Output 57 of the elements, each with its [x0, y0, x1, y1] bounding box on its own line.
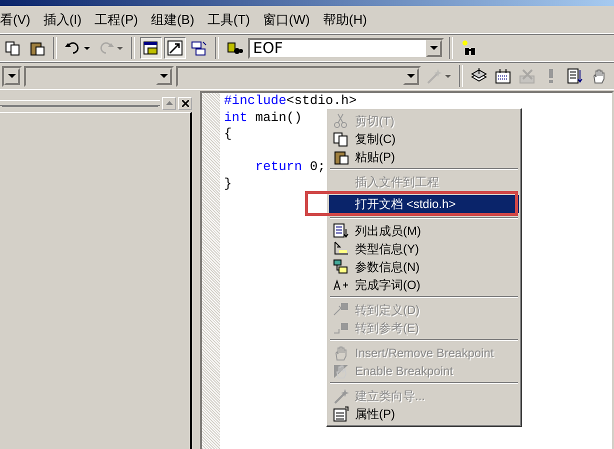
menu-item[interactable]: 打开文档 <stdio.h> — [329, 195, 519, 213]
combo-box[interactable] — [2, 66, 22, 86]
go-icon — [567, 68, 583, 84]
menu-item[interactable]: 组建(B) — [144, 10, 202, 28]
menu-item[interactable]: 窗口(W) — [256, 10, 317, 28]
cursor-icon — [333, 241, 349, 257]
clipboard-icon — [333, 149, 349, 165]
cross-icon — [519, 68, 535, 84]
code-line: { — [224, 126, 232, 141]
menu-item[interactable]: 类型信息(Y) — [329, 240, 519, 258]
code-line: } — [224, 176, 232, 190]
redo-icon — [98, 40, 114, 56]
hand-icon — [591, 68, 607, 84]
list-icon — [333, 223, 349, 239]
code-line: return 0; — [255, 159, 326, 174]
menu-item[interactable]: 完成字词(O) — [329, 276, 519, 294]
window-icon — [143, 40, 159, 56]
triangle-icon — [166, 101, 172, 105]
magic-wand-icon — [426, 68, 442, 84]
menu-item[interactable]: 工具(T) — [201, 10, 257, 28]
combo-box[interactable]: EOF — [248, 38, 444, 58]
gripper[interactable] — [0, 100, 160, 106]
close-button[interactable] — [178, 96, 192, 110]
menu-item[interactable]: 参数信息(N) — [329, 258, 519, 276]
undo-icon — [65, 40, 81, 56]
scissors-icon — [333, 113, 349, 129]
parameter-icon — [333, 259, 349, 275]
menu-item[interactable]: 工程(P) — [88, 10, 145, 28]
close-icon — [182, 100, 188, 106]
code-line: int main() — [224, 110, 302, 124]
binoculars-icon — [461, 40, 477, 56]
menu-item[interactable]: 帮助(H) — [316, 10, 374, 28]
menu-item[interactable]: 粘贴(P) — [329, 148, 519, 166]
clipboard-icon — [29, 40, 45, 56]
properties-icon — [333, 406, 349, 422]
menu-item[interactable]: 复制(C) — [329, 130, 519, 148]
copy-icon — [333, 131, 349, 147]
stack-icon — [471, 68, 487, 84]
find-in-files-icon — [227, 40, 243, 56]
window-icon — [167, 40, 183, 56]
build-icon — [495, 68, 511, 84]
arrow-square-icon — [333, 302, 349, 318]
hand-icon — [333, 363, 349, 379]
arrow-square-icon — [333, 320, 349, 336]
copy-icon — [5, 40, 21, 56]
code-line: #include<stdio.h> — [224, 93, 357, 108]
maximize-button[interactable] — [162, 96, 176, 110]
menu-item[interactable]: 插入(I) — [37, 10, 89, 28]
magic-wand-icon — [333, 388, 349, 404]
hand-icon — [333, 345, 349, 361]
menu-item[interactable]: 列出成员(M) — [329, 222, 519, 240]
toolbar-button[interactable] — [140, 37, 162, 59]
menu-item[interactable]: 属性(P) — [329, 405, 519, 423]
toolbar-button[interactable] — [164, 37, 186, 59]
menu-item[interactable]: 看(V) — [0, 10, 38, 28]
windows-icon — [191, 40, 207, 56]
letter-plus-icon — [333, 277, 349, 293]
